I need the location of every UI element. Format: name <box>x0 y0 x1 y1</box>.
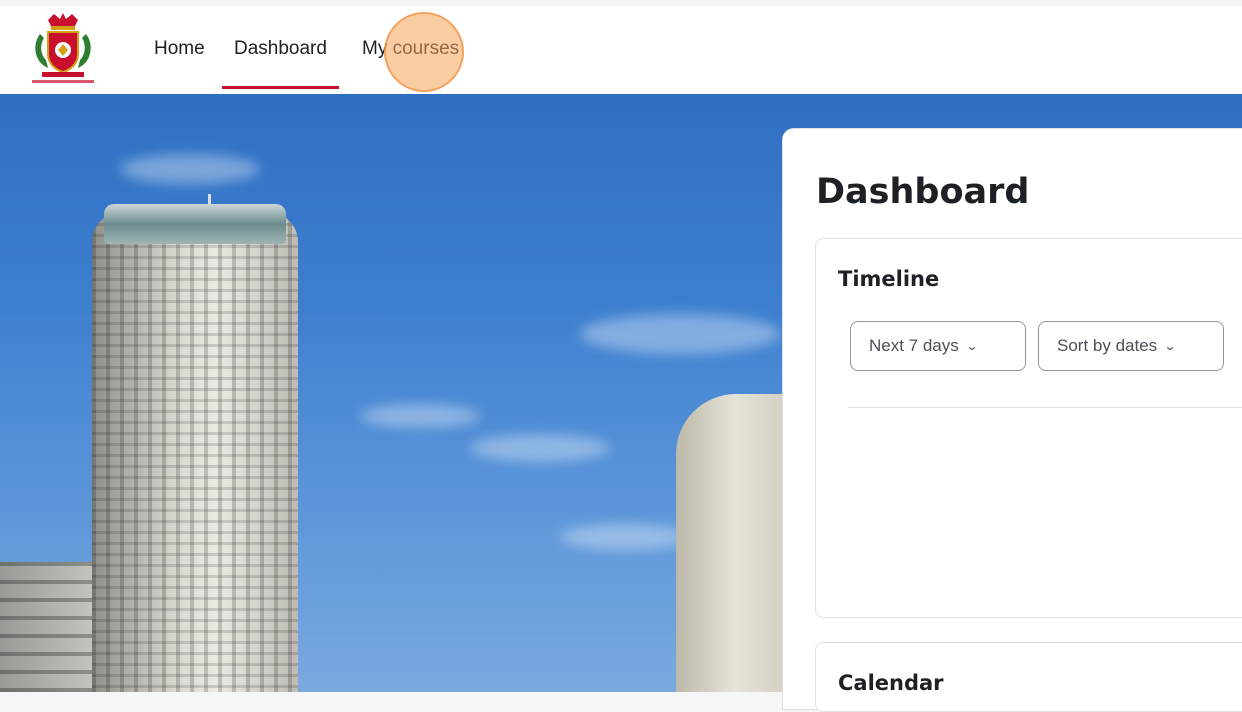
page-title: Dashboard <box>816 172 1030 212</box>
timeline-title: Timeline <box>838 267 940 291</box>
calendar-block: Calendar <box>815 642 1242 712</box>
chevron-down-icon: ⌄ <box>1163 339 1177 353</box>
timeline-filter-select[interactable]: Next 7 days ⌄ <box>850 321 1026 371</box>
nav-home[interactable]: Home <box>154 38 205 60</box>
top-navbar: Home Dashboard My courses <box>0 6 1242 94</box>
chevron-down-icon: ⌄ <box>965 339 979 353</box>
timeline-block: Timeline Next 7 days ⌄ Sort by dates ⌄ <box>815 238 1242 618</box>
timeline-filter-label: Next 7 days <box>869 336 959 355</box>
tower-crown <box>104 204 286 244</box>
timeline-sort-select[interactable]: Sort by dates ⌄ <box>1038 321 1224 371</box>
nav-dashboard[interactable]: Dashboard <box>222 38 339 89</box>
school-crest-logo[interactable] <box>28 10 98 88</box>
tower-building <box>92 212 298 692</box>
nav-my-courses[interactable]: My courses <box>362 38 459 60</box>
calendar-title: Calendar <box>838 671 944 695</box>
school-crest-icon <box>32 13 94 83</box>
timeline-sort-label: Sort by dates <box>1057 336 1158 355</box>
left-building <box>0 562 92 692</box>
statue <box>676 394 796 692</box>
timeline-divider <box>848 407 1242 408</box>
